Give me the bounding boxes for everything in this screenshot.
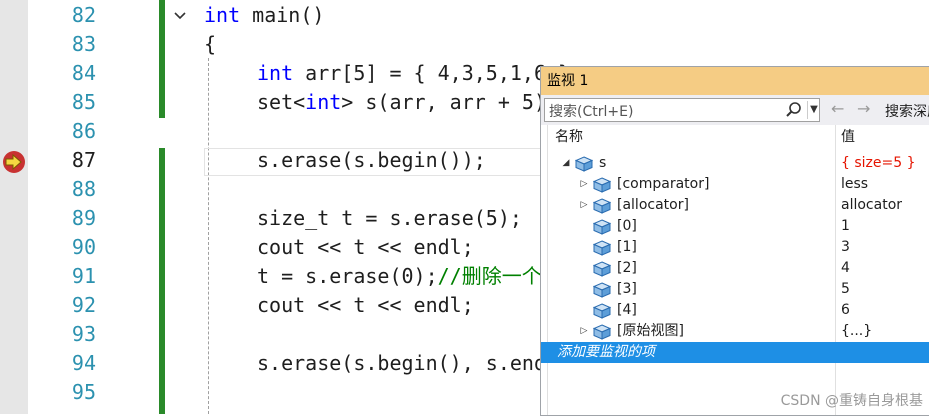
- line-number: 90: [71, 235, 96, 259]
- watch-row-name: [0]: [617, 218, 637, 234]
- object-icon: [592, 177, 612, 193]
- expand-arrow-icon[interactable]: ▷: [579, 174, 589, 195]
- code-line[interactable]: size_t t = s.erase(5);: [257, 204, 522, 233]
- watch-row-value: allocator: [841, 197, 903, 213]
- watch-toolbar: 搜索(Ctrl+E) ▼ ← → 搜索深度:: [541, 95, 929, 125]
- watch-row[interactable]: [1] 3: [541, 237, 929, 258]
- watch-row-name: [4]: [617, 302, 637, 318]
- editor-gutter[interactable]: [0, 0, 28, 414]
- watch-row-value: {...}: [841, 323, 873, 339]
- expanded-arrow-icon[interactable]: ◢: [561, 153, 571, 174]
- line-number: 82: [71, 3, 96, 27]
- column-header-name[interactable]: 名称: [555, 125, 835, 149]
- watch-row[interactable]: [2] 4: [541, 258, 929, 279]
- line-number: 95: [71, 380, 96, 404]
- watch-row[interactable]: ▷ [allocator] allocator: [541, 195, 929, 216]
- collapse-icon[interactable]: [172, 8, 188, 24]
- object-icon: [592, 198, 612, 214]
- watch-row-value: 5: [841, 281, 850, 297]
- line-number: 84: [71, 61, 96, 85]
- expand-arrow-icon[interactable]: ▷: [579, 321, 589, 342]
- search-placeholder: 搜索(Ctrl+E): [549, 104, 634, 120]
- line-number: 85: [71, 90, 96, 114]
- object-icon: [592, 303, 612, 319]
- watch-row[interactable]: [4] 6: [541, 300, 929, 321]
- watch-row[interactable]: ▷ [原始视图] {...}: [541, 321, 929, 342]
- object-icon: [592, 261, 612, 277]
- code-line[interactable]: int arr[5] = { 4,3,5,1,6 };: [257, 59, 582, 88]
- code-line[interactable]: set<int> s(arr, arr + 5);: [257, 88, 558, 117]
- search-input[interactable]: 搜索(Ctrl+E) ▼: [544, 98, 820, 122]
- object-icon: [574, 156, 594, 172]
- watch-row-name: [2]: [617, 260, 637, 276]
- watch-row-name: [allocator]: [617, 197, 689, 213]
- watch-title[interactable]: 监视 1: [541, 67, 929, 95]
- line-number: 92: [71, 293, 96, 317]
- watch-row-value: 1: [841, 218, 850, 234]
- code-line[interactable]: cout << t << endl;: [257, 233, 474, 262]
- watch-window[interactable]: 监视 1 搜索(Ctrl+E) ▼ ← → 搜索深度: 名称 值 ◢ s { siz…: [540, 66, 929, 416]
- line-number: 88: [71, 177, 96, 201]
- watch-row[interactable]: ◢ s { size=5 }: [541, 153, 929, 174]
- search-depth-label: 搜索深度:: [885, 104, 929, 120]
- line-number: 91: [71, 264, 96, 288]
- watch-row-name: s: [599, 155, 607, 171]
- line-number: 89: [71, 206, 96, 230]
- object-icon: [592, 240, 612, 256]
- line-number: 86: [71, 119, 96, 143]
- object-icon: [592, 324, 612, 340]
- watch-row-value: 6: [841, 302, 850, 318]
- code-line[interactable]: int main(): [204, 1, 324, 30]
- watch-row[interactable]: [0] 1: [541, 216, 929, 237]
- watch-row[interactable]: ▷ [comparator] less: [541, 174, 929, 195]
- column-header-value[interactable]: 值: [841, 125, 929, 149]
- watermark: CSDN @重铸自身根基: [780, 393, 923, 409]
- watch-row-name: [1]: [617, 239, 637, 255]
- back-arrow-icon[interactable]: ←: [831, 99, 844, 118]
- line-number: 83: [71, 32, 96, 56]
- watch-row-value: 4: [841, 260, 850, 276]
- expand-arrow-icon[interactable]: ▷: [579, 195, 589, 216]
- add-watch-label: 添加要监视的项: [557, 344, 655, 360]
- line-number: 87: [71, 148, 96, 172]
- search-icon[interactable]: [785, 101, 803, 119]
- code-line[interactable]: s.erase(s.begin());: [257, 146, 486, 175]
- watch-row-name: [原始视图]: [617, 323, 684, 339]
- object-icon: [592, 282, 612, 298]
- code-line[interactable]: {: [204, 30, 216, 59]
- change-bar: [159, 148, 165, 414]
- indent-guide: [208, 58, 209, 414]
- object-icon: [592, 219, 612, 235]
- change-bar: [159, 0, 165, 118]
- watch-row-value: 3: [841, 239, 850, 255]
- watch-row-name: [3]: [617, 281, 637, 297]
- line-number: 93: [71, 322, 96, 346]
- watch-row-value: { size=5 }: [841, 155, 916, 171]
- watch-row-name: [comparator]: [617, 176, 710, 192]
- chevron-down-icon[interactable]: ▼: [807, 101, 820, 119]
- forward-arrow-icon[interactable]: →: [857, 99, 870, 118]
- add-watch-row[interactable]: 添加要监视的项: [541, 342, 929, 363]
- current-statement-arrow-icon: [3, 151, 25, 173]
- watch-row-value: less: [841, 176, 869, 192]
- watch-row[interactable]: [3] 5: [541, 279, 929, 300]
- code-line[interactable]: cout << t << endl;: [257, 291, 474, 320]
- line-number: 94: [71, 351, 96, 375]
